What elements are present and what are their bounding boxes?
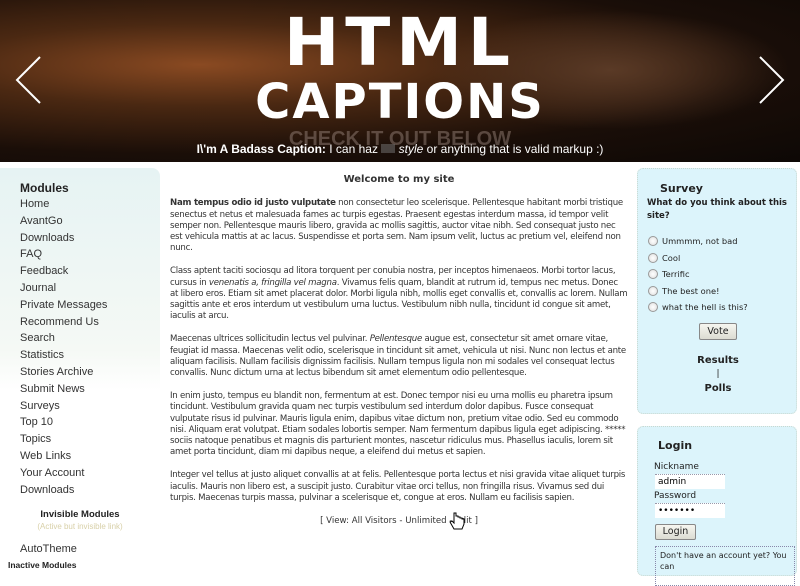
- option-label: The best one!: [662, 285, 720, 296]
- survey-option[interactable]: The best one!: [648, 285, 720, 296]
- paragraph-text: Maecenas ultrices sollicitudin lectus ve…: [170, 334, 370, 345]
- survey-option[interactable]: Ummmm, not bad: [648, 236, 738, 246]
- sidebar-item[interactable]: Feedback: [20, 265, 68, 277]
- survey-option[interactable]: Terrific: [648, 269, 690, 279]
- radio-button[interactable]: [648, 252, 658, 263]
- caption-post: or anything that is valid markup :): [426, 142, 604, 156]
- login-title: Login: [658, 439, 693, 452]
- sidebar-item[interactable]: Topics: [20, 433, 51, 445]
- vote-button[interactable]: Vote: [699, 323, 737, 340]
- password-label: Password: [654, 491, 697, 501]
- paragraph: Integer vel tellus at justo aliquet conv…: [170, 470, 626, 503]
- invisible-modules-subtitle: (Active but invisible link): [37, 522, 123, 531]
- sidebar-item[interactable]: Downloads: [20, 484, 74, 496]
- sidebar-item-autotheme[interactable]: AutoTheme: [20, 543, 77, 555]
- radio-button[interactable]: [648, 269, 658, 279]
- slide-caption: I\'m A Badass Caption: I can haz style o…: [0, 142, 800, 156]
- sidebar-item[interactable]: Recommend Us: [20, 316, 99, 328]
- chevron-right-icon: [759, 56, 785, 104]
- block-footer: [ View: All Visitors - Unlimited - Edit …: [170, 516, 628, 527]
- sidebar-item[interactable]: Surveys: [20, 400, 60, 412]
- radio-button[interactable]: [648, 302, 658, 312]
- paragraph-italic: Pellentesque: [369, 334, 423, 345]
- next-slide-button[interactable]: [756, 55, 786, 105]
- survey-option[interactable]: what the hell is this?: [648, 302, 748, 312]
- banner-title-line1: HTML: [284, 4, 516, 81]
- invisible-modules-title: Invisible Modules: [40, 509, 120, 520]
- paragraph: Nam tempus odio id justo vulputate non c…: [170, 198, 628, 254]
- page-title: Welcome to my site: [343, 174, 455, 185]
- sidebar-item[interactable]: Submit News: [20, 383, 85, 395]
- option-label: Terrific: [662, 269, 690, 279]
- option-label: Ummmm, not bad: [662, 236, 738, 246]
- prev-slide-button[interactable]: [14, 55, 44, 105]
- paragraph: Class aptent taciti sociosqu ad litora t…: [170, 266, 628, 322]
- paragraph-italic: venenatis a, fringilla vel magna: [208, 277, 337, 288]
- survey-question: What do you think about this site?: [647, 198, 787, 221]
- polls-link[interactable]: Polls: [638, 383, 798, 394]
- radio-button[interactable]: [648, 236, 658, 246]
- sidebar-item[interactable]: Statistics: [20, 349, 64, 361]
- chevron-left-icon: [15, 56, 41, 104]
- paragraph-bold: Nam tempus odio id justo vulputate: [170, 198, 336, 209]
- banner-title-line2: CAPTIONS: [255, 74, 545, 130]
- sidebar-item[interactable]: Journal: [20, 282, 56, 294]
- sidebar-item[interactable]: Home: [20, 198, 49, 210]
- bracket: ]: [471, 515, 478, 526]
- caption-bold: I\'m A Badass Caption:: [196, 142, 326, 156]
- modules-title: Modules: [20, 181, 69, 195]
- sidebar-item[interactable]: Downloads: [20, 232, 74, 244]
- survey-block: Survey What do you think about this site…: [637, 168, 797, 414]
- login-button[interactable]: Login: [655, 524, 696, 540]
- caption-italic: style: [398, 142, 424, 156]
- login-block: Login Nickname Password Login Don't have…: [637, 426, 797, 586]
- caption-slider: HTML CAPTIONS CHECK IT OUT BELOW I\'m A …: [0, 0, 800, 162]
- sidebar-item[interactable]: Search: [20, 332, 55, 344]
- option-label: Cool: [662, 252, 681, 263]
- survey-option[interactable]: Cool: [648, 252, 681, 263]
- modules-sidebar: Modules Home AvantGo Downloads FAQ Feedback J…: [0, 168, 160, 572]
- sidebar-item[interactable]: AvantGo: [20, 215, 63, 227]
- caption-pre: I can haz: [329, 142, 378, 156]
- view-info: [ View: All Visitors - Unlimited -: [320, 515, 456, 526]
- sidebar-item[interactable]: Stories Archive: [20, 366, 93, 378]
- sidebar-item[interactable]: Top 10: [20, 416, 53, 428]
- hand-cursor-icon: [449, 512, 465, 530]
- separator: |: [716, 369, 720, 379]
- password-input[interactable]: [655, 503, 725, 518]
- sidebar-item[interactable]: Private Messages: [20, 299, 107, 311]
- paragraph: In enim justo, tempus eu blandit non, fe…: [170, 390, 626, 458]
- results-link[interactable]: Results: [638, 355, 798, 366]
- sidebar-item[interactable]: Web Links: [20, 450, 71, 462]
- sidebar-item[interactable]: FAQ: [20, 248, 42, 260]
- paragraph: Maecenas ultrices sollicitudin lectus ve…: [170, 334, 628, 379]
- sidebar-item[interactable]: Your Account: [20, 467, 84, 479]
- radio-button[interactable]: [648, 285, 658, 296]
- image-icon: [381, 144, 396, 153]
- main-content: Welcome to my site Nam tempus odio id ju…: [170, 170, 628, 527]
- register-note: Don't have an account yet? You can: [655, 546, 795, 586]
- option-label: what the hell is this?: [662, 302, 748, 312]
- nickname-label: Nickname: [654, 462, 699, 472]
- nickname-input[interactable]: [655, 474, 725, 489]
- inactive-modules-title: Inactive Modules: [8, 560, 77, 570]
- survey-title: Survey: [660, 182, 703, 195]
